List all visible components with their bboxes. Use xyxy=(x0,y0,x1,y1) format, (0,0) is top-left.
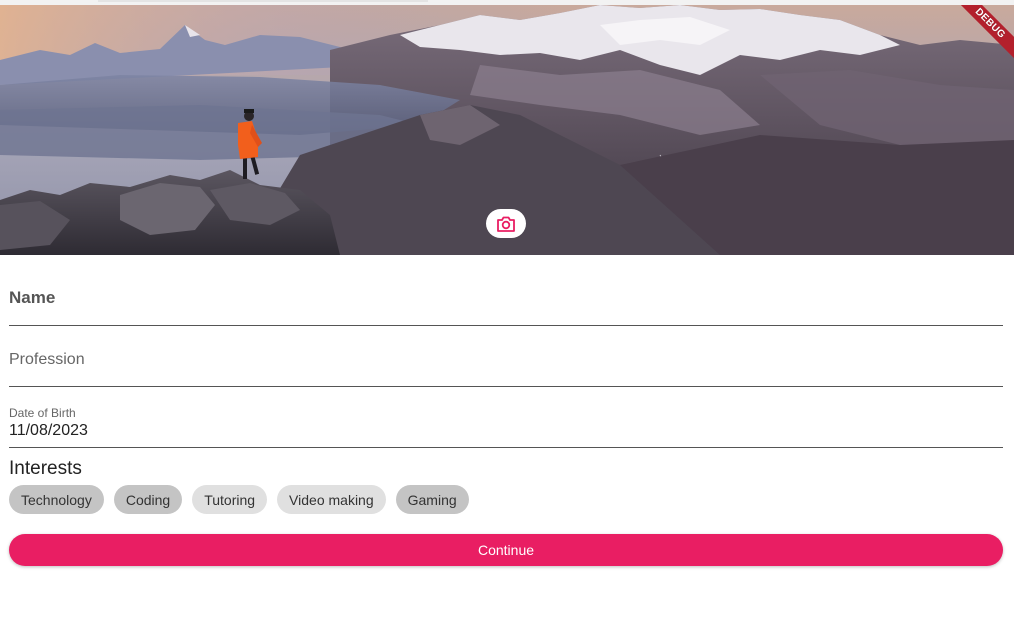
interest-chips: Technology Coding Tutoring Video making … xyxy=(9,485,469,514)
profession-field[interactable]: Profession xyxy=(9,342,1003,387)
name-field[interactable]: Name xyxy=(9,280,1003,326)
date-of-birth-field[interactable]: Date of Birth 11/08/2023 xyxy=(9,400,1003,448)
date-of-birth-label: Date of Birth xyxy=(9,406,76,420)
change-cover-button[interactable] xyxy=(486,209,526,238)
chip-gaming[interactable]: Gaming xyxy=(395,485,469,514)
date-of-birth-value: 11/08/2023 xyxy=(9,422,88,439)
continue-button[interactable]: Continue xyxy=(9,534,1003,566)
camera-icon xyxy=(497,216,515,232)
chip-technology[interactable]: Technology xyxy=(9,485,104,514)
chip-video-making[interactable]: Video making xyxy=(277,485,386,514)
chip-tutoring[interactable]: Tutoring xyxy=(192,485,268,514)
cover-photo[interactable]: DEBUG xyxy=(0,5,1014,255)
profession-label: Profession xyxy=(9,351,85,368)
chip-coding[interactable]: Coding xyxy=(113,485,183,514)
top-strip-highlight xyxy=(98,0,428,2)
interests-heading: Interests xyxy=(9,458,82,479)
profile-setup-screen: DEBUG Name Profession Date of Birth 11/0… xyxy=(0,0,1014,621)
name-label: Name xyxy=(9,288,56,307)
